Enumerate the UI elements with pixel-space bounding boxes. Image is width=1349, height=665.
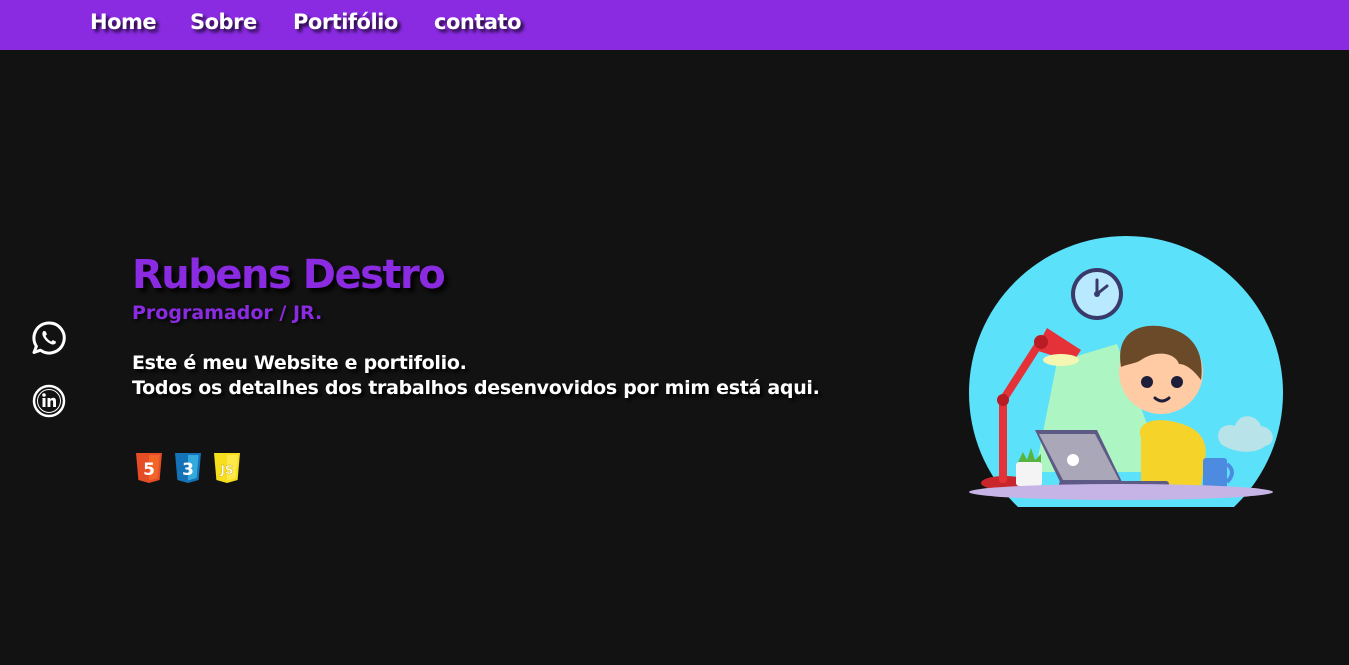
whatsapp-icon[interactable] <box>32 321 66 355</box>
hero-description-line-2: Todos os detalhes dos trabalhos desenvov… <box>132 377 820 399</box>
hero-description-line-1: Este é meu Website e portifolio. <box>132 352 467 374</box>
nav-sobre-link[interactable]: Sobre <box>190 10 257 34</box>
developer-illustration <box>965 232 1290 550</box>
linkedin-icon[interactable] <box>32 384 66 418</box>
nav-contato-link[interactable]: contato <box>434 10 522 34</box>
clock-icon <box>1071 268 1123 320</box>
css3-badge-text: 3 <box>182 460 194 480</box>
desk-surface <box>969 484 1273 500</box>
javascript-badge-text: JS <box>219 463 233 477</box>
html5-icon: 5 <box>135 452 163 484</box>
html5-badge-text: 5 <box>143 460 155 480</box>
hero-role: Programador / JR. <box>132 302 323 324</box>
nav-portfolio-link[interactable]: Portifólio <box>293 10 398 34</box>
nav-home-link[interactable]: Home <box>90 10 157 34</box>
javascript-icon: JS <box>213 452 241 484</box>
css3-icon: 3 <box>174 452 202 484</box>
top-navbar: Home Sobre Portifólio contato <box>0 0 1349 50</box>
hero-name: Rubens Destro <box>132 252 446 298</box>
